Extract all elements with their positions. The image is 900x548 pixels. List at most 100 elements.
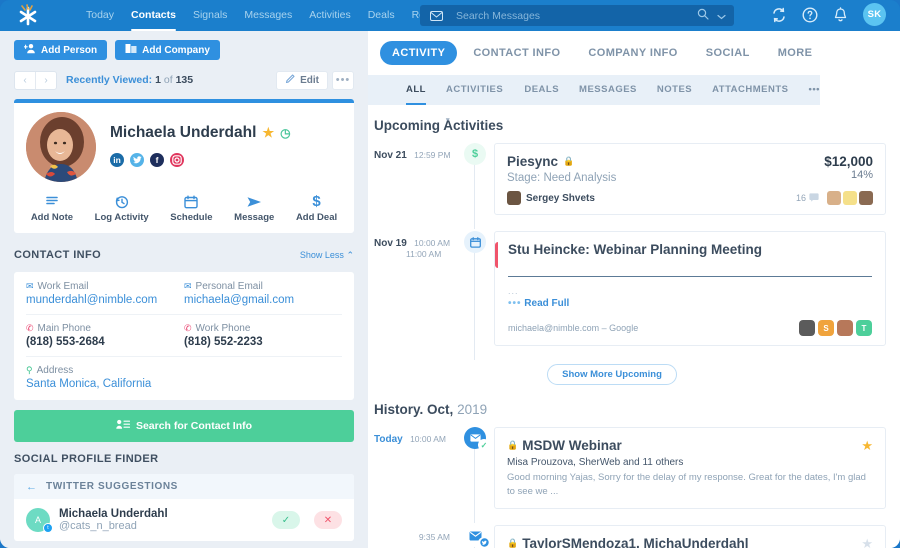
- nav-item-today[interactable]: Today: [86, 0, 114, 31]
- read-full-link[interactable]: ••• Read Full: [508, 298, 872, 309]
- accept-suggestion-button[interactable]: ✓: [272, 511, 300, 529]
- tab-activity[interactable]: ACTIVITY: [380, 41, 457, 65]
- linkedin-icon[interactable]: in: [110, 153, 124, 167]
- arrow-left-icon[interactable]: ←: [26, 481, 37, 493]
- action-message[interactable]: Message: [234, 194, 274, 223]
- meeting-footer: michaela@nimble.com – Google S T: [508, 320, 872, 336]
- nav-item-contacts[interactable]: Contacts: [131, 0, 176, 31]
- show-less-toggle[interactable]: Show Less ⌃: [300, 250, 354, 261]
- upcoming-activities-title: Upcoming Activities: [368, 118, 886, 133]
- star-icon[interactable]: ★: [861, 536, 873, 548]
- meeting-accent-bar: [495, 242, 498, 268]
- deal-participant-avatars: [827, 191, 873, 205]
- divider: [26, 314, 342, 315]
- nimble-logo[interactable]: [0, 0, 56, 31]
- nav-item-activities[interactable]: Activities: [309, 0, 350, 31]
- more-options-button[interactable]: •••: [332, 71, 354, 90]
- attendee-avatar[interactable]: [837, 320, 853, 336]
- participant-avatar[interactable]: [843, 191, 857, 205]
- divider: [26, 356, 342, 357]
- lock-icon: 🔒: [507, 538, 518, 548]
- recently-viewed-row: ‹ › Recently Viewed: 1 of 135 Edit: [14, 69, 354, 91]
- contact-photo[interactable]: [26, 112, 96, 182]
- social-links: in f: [110, 153, 291, 167]
- subtab-notes[interactable]: NOTES: [657, 75, 692, 105]
- participant-avatar[interactable]: [827, 191, 841, 205]
- history-title: History.: [374, 402, 423, 417]
- subtab-all[interactable]: ALL: [406, 75, 426, 105]
- star-icon[interactable]: ★: [262, 125, 274, 141]
- main-phone-label-row: ✆ Main Phone: [26, 323, 184, 334]
- history2-card[interactable]: 🔒 TaylorSMendoza1, MichaUnderdahl ★ @Mic…: [494, 525, 886, 548]
- tab-social[interactable]: SOCIAL: [694, 41, 762, 65]
- star-icon[interactable]: ★: [861, 438, 873, 454]
- send-icon: [247, 194, 262, 209]
- chevron-down-icon[interactable]: [717, 9, 726, 23]
- suggestion-handle: @cats_n_bread: [59, 520, 168, 532]
- history1-card[interactable]: 🔒 MSDW Webinar ★ Misa Prouzova, SherWeb …: [494, 427, 886, 509]
- tab-contact-info[interactable]: CONTACT INFO: [461, 41, 572, 65]
- magnifier-icon[interactable]: [697, 8, 709, 23]
- show-more-upcoming-button[interactable]: Show More Upcoming: [547, 364, 677, 385]
- search-input[interactable]: [452, 10, 697, 22]
- subtab-messages[interactable]: MESSAGES: [579, 75, 637, 105]
- facebook-icon[interactable]: f: [150, 153, 164, 167]
- nav-item-messages[interactable]: Messages: [244, 0, 292, 31]
- nav-item-deals[interactable]: Deals: [368, 0, 395, 31]
- meeting-card[interactable]: Stu Heincke: Webinar Planning Meeting ..…: [494, 231, 886, 346]
- subtab-attachments[interactable]: ATTACHMENTS: [712, 75, 788, 105]
- attendee-avatar[interactable]: [799, 320, 815, 336]
- add-person-button[interactable]: Add Person: [14, 40, 107, 60]
- twitter-icon[interactable]: [130, 153, 144, 167]
- attendee-avatar[interactable]: T: [856, 320, 872, 336]
- work-phone-value[interactable]: (818) 552-2233: [184, 336, 342, 348]
- personal-email-value[interactable]: michaela@gmail.com: [184, 294, 342, 306]
- address-value[interactable]: Santa Monica, California: [26, 378, 342, 390]
- subtab-activities[interactable]: ACTIVITIES ▾: [446, 75, 504, 105]
- instagram-icon[interactable]: [170, 153, 184, 167]
- add-company-button[interactable]: Add Company: [115, 40, 220, 60]
- sync-icon[interactable]: [771, 7, 787, 23]
- deal-title: Piesync: [507, 154, 558, 169]
- action-add-deal[interactable]: $ Add Deal: [296, 194, 337, 223]
- history1-header: 🔒 MSDW Webinar ★: [507, 438, 873, 454]
- search-for-contact-info-button[interactable]: Search for Contact Info: [14, 410, 354, 442]
- clock-icon[interactable]: ◷: [280, 126, 290, 140]
- nav-item-signals[interactable]: Signals: [193, 0, 227, 31]
- help-icon[interactable]: [802, 7, 818, 23]
- subtab-deals[interactable]: DEALS: [524, 75, 559, 105]
- twitter-suggestions-header: ← TWITTER SUGGESTIONS: [14, 474, 354, 499]
- history1-title-row: 🔒 MSDW Webinar: [507, 438, 622, 453]
- pager-prev[interactable]: ‹: [15, 72, 35, 89]
- tab-more[interactable]: MORE: [766, 41, 825, 65]
- action-schedule[interactable]: Schedule: [170, 194, 212, 223]
- suggestion-text: Michaela Underdahl @cats_n_bread: [59, 508, 168, 532]
- tab-company-info[interactable]: COMPANY INFO: [576, 41, 689, 65]
- suggestion-name: Michaela Underdahl: [59, 508, 168, 520]
- pager-next[interactable]: ›: [36, 72, 56, 89]
- user-avatar[interactable]: SK: [863, 3, 886, 26]
- recently-viewed-label[interactable]: Recently Viewed: 1 of 135: [66, 74, 193, 86]
- sub-tab-bar: ALL ACTIVITIES ▾ DEALS MESSAGES NOTES AT…: [368, 75, 820, 105]
- participant-avatar[interactable]: [859, 191, 873, 205]
- twitter-badge-icon: t: [43, 523, 53, 533]
- nimble-crm-window: Today Contacts Signals Messages Activiti…: [0, 0, 900, 548]
- edit-button[interactable]: Edit: [276, 71, 328, 90]
- reject-suggestion-button[interactable]: ✕: [314, 511, 342, 529]
- deal-owner[interactable]: Sergey Shvets: [507, 191, 595, 205]
- suggestion-avatar[interactable]: A t: [26, 508, 50, 532]
- deal-card[interactable]: Piesync 🔒 Stage: Need Analysis $12,000 1…: [494, 143, 886, 215]
- activity-feed[interactable]: Upcoming Activities Nov 21 12:59 PM $: [368, 105, 900, 548]
- contact-profile-card: Michaela Underdahl ★ ◷ in f: [14, 99, 354, 233]
- attendee-avatar[interactable]: S: [818, 320, 834, 336]
- main-phone-value[interactable]: (818) 553-2684: [26, 336, 184, 348]
- subtab-more[interactable]: •••: [809, 75, 820, 105]
- action-log-activity[interactable]: Log Activity: [95, 194, 149, 223]
- action-add-note[interactable]: Add Note: [31, 194, 73, 223]
- bell-icon[interactable]: [833, 7, 848, 23]
- work-email-value[interactable]: munderdahl@nimble.com: [26, 294, 184, 306]
- envelope-icon[interactable]: [420, 5, 452, 26]
- calendar-icon: [464, 231, 486, 253]
- deal-comments[interactable]: 16: [796, 193, 819, 204]
- field-main-phone: ✆ Main Phone (818) 553-2684: [26, 323, 184, 348]
